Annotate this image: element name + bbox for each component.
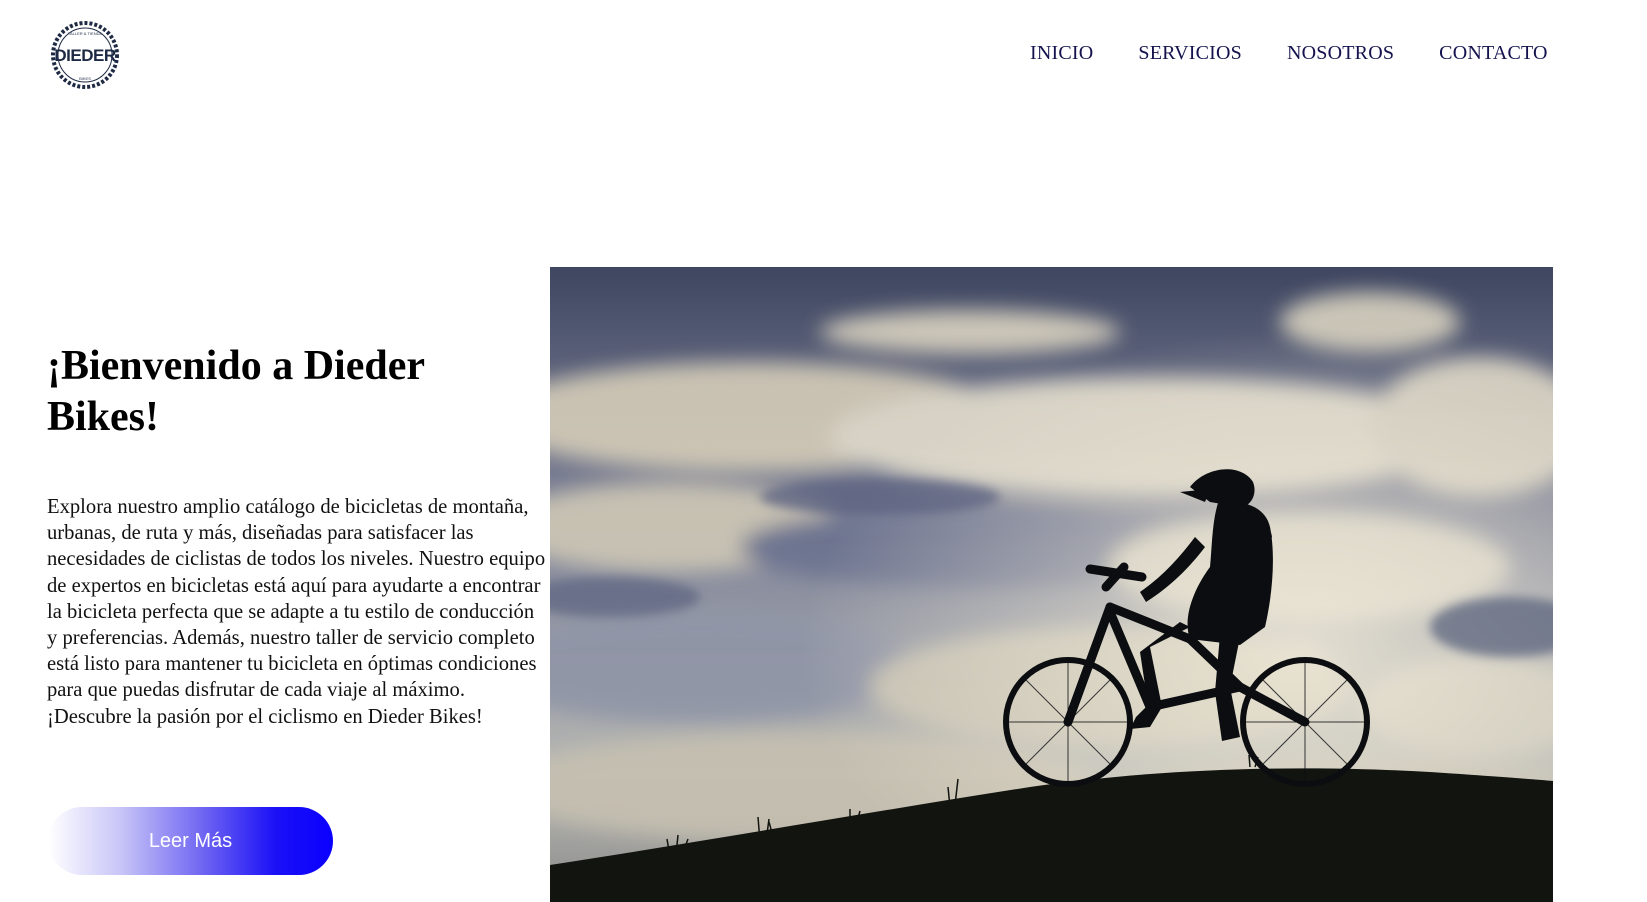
logo-emblem-icon: TALLER & TIENDA DIEDER BIKES [51, 21, 119, 89]
nav-link-inicio[interactable]: INICIO [1030, 42, 1093, 65]
logo-ring-bottom-text: BIKES [79, 76, 91, 81]
biker-silhouette-illustration [550, 267, 1553, 902]
read-more-button[interactable]: Leer Más [48, 807, 333, 875]
hero-title: ¡Bienvenido a Dieder Bikes! [47, 343, 425, 440]
logo-ring-top-text: TALLER & TIENDA [68, 31, 103, 36]
nav-link-servicios[interactable]: SERVICIOS [1138, 42, 1242, 65]
hero-description: Explora nuestro amplio catálogo de bicic… [47, 496, 546, 728]
read-more-label: Leer Más [148, 829, 233, 852]
hero-image-mountain-biker [550, 267, 1553, 902]
nav-link-nosotros[interactable]: NOSOTROS [1287, 42, 1394, 65]
logo-wordmark: DIEDER [54, 46, 115, 65]
nav-link-contacto[interactable]: CONTACTO [1439, 42, 1548, 65]
site-header: TALLER & TIENDA DIEDER BIKES INICIO SERV… [0, 0, 1647, 110]
dieder-logo[interactable]: TALLER & TIENDA DIEDER BIKES [50, 20, 120, 90]
main-navigation: INICIO SERVICIOS NOSOTROS CONTACTO [1030, 42, 1548, 65]
